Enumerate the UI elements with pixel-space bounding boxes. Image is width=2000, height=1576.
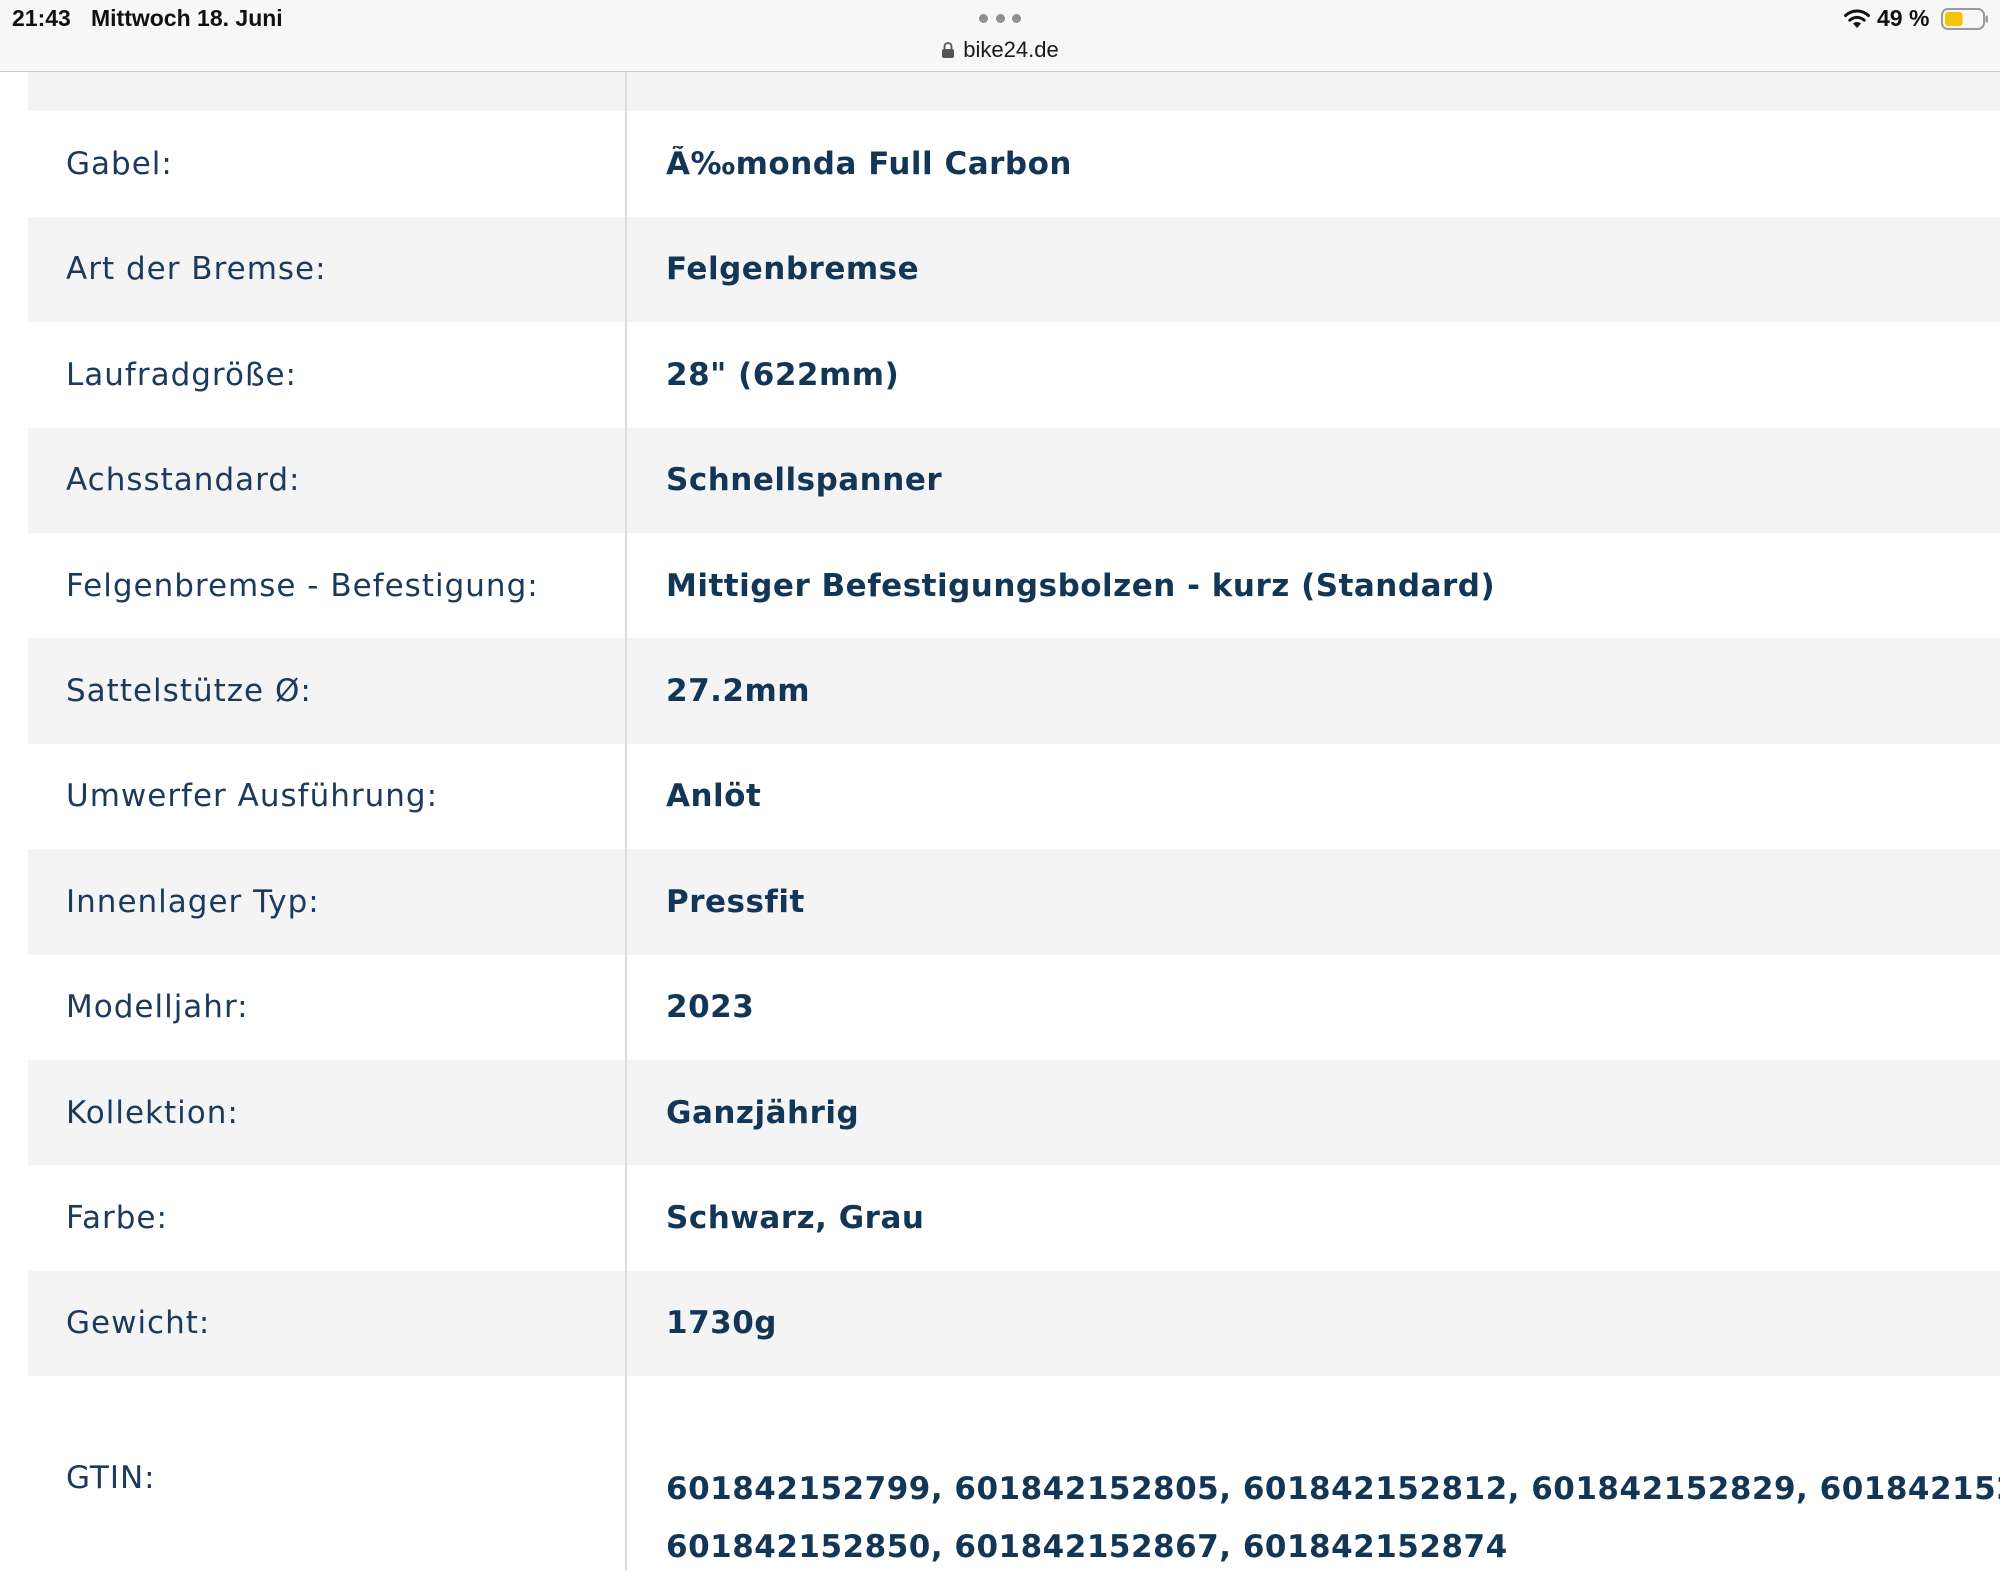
gtin-line: 601842152799, 601842152805, 601842152812… xyxy=(666,1471,2000,1508)
spec-value: Mittiger Befestigungsbolzen - kurz (Stan… xyxy=(666,567,1496,604)
spec-row: Laufradgröße: 28" (622mm) xyxy=(28,322,2000,428)
multitask-dots-icon[interactable] xyxy=(979,14,1021,23)
spec-value: Schnellspanner xyxy=(666,462,943,499)
spec-label: Gewicht: xyxy=(28,1270,627,1377)
spec-value: 1730g xyxy=(666,1305,777,1342)
spec-value: Ganzjährig xyxy=(666,1094,860,1131)
battery-percent: 49 % xyxy=(1877,5,1930,31)
spec-row: Modelljahr: 2023 xyxy=(28,954,2000,1060)
status-bar: 21:43 Mittwoch 18. Juni bike24.de 49 % xyxy=(0,0,2000,72)
spec-value: Felgenbremse xyxy=(666,251,920,288)
spec-label: Felgenbremse - Befestigung: xyxy=(28,532,627,639)
spec-row: Felgenbremse - Befestigung: Mittiger Bef… xyxy=(28,532,2000,639)
spec-value: 2023 xyxy=(666,989,755,1026)
wifi-icon xyxy=(1844,9,1870,28)
spec-row: Gewicht: 1730g xyxy=(28,1270,2000,1377)
spec-value: Anlöt xyxy=(666,778,762,815)
spec-value: Schwarz, Grau xyxy=(666,1199,925,1236)
battery-icon xyxy=(1941,8,1988,30)
spec-label: Art der Bremse: xyxy=(28,216,627,323)
spec-value: Pressfit xyxy=(666,883,805,920)
spec-label: Achsstandard: xyxy=(28,427,627,533)
spec-label: Kollektion: xyxy=(28,1059,627,1166)
spec-row: Umwerfer Ausführung: Anlöt xyxy=(28,743,2000,850)
spec-table: Gabel: Ã‰monda Full Carbon Art der Brems… xyxy=(28,6,2000,1572)
spec-row: Sattelstütze Ø: 27.2mm xyxy=(28,638,2000,744)
spec-row: Achsstandard: Schnellspanner xyxy=(28,427,2000,533)
spec-value: 27.2mm xyxy=(666,673,811,710)
spec-row: Kollektion: Ganzjährig xyxy=(28,1059,2000,1166)
status-time: 21:43 xyxy=(12,5,71,31)
spec-label: Sattelstütze Ø: xyxy=(28,638,627,744)
spec-row: Farbe: Schwarz, Grau xyxy=(28,1165,2000,1271)
spec-label: GTIN: xyxy=(28,1376,627,1572)
lock-icon xyxy=(942,42,955,58)
spec-row: Innenlager Typ: Pressfit xyxy=(28,849,2000,955)
spec-value: 28" (622mm) xyxy=(666,356,900,393)
spec-label: Innenlager Typ: xyxy=(28,849,627,955)
spec-row: Gabel: Ã‰monda Full Carbon xyxy=(28,111,2000,217)
spec-label: Gabel: xyxy=(28,111,627,217)
spec-label: Modelljahr: xyxy=(28,954,627,1060)
gtin-value: 601842152799, 601842152805, 601842152812… xyxy=(627,1376,2000,1576)
spec-label: Laufradgröße: xyxy=(28,322,627,428)
spec-value: Ã‰monda Full Carbon xyxy=(666,146,1072,183)
spec-row: Art der Bremse: Felgenbremse xyxy=(28,216,2000,323)
spec-row-gtin: GTIN: 601842152799, 601842152805, 601842… xyxy=(28,1376,2000,1572)
address-bar[interactable]: bike24.de xyxy=(0,36,2000,64)
spec-label: Farbe: xyxy=(28,1165,627,1271)
spec-label: Umwerfer Ausführung: xyxy=(28,743,627,850)
gtin-line: 601842152850, 601842152867, 601842152874 xyxy=(666,1529,1508,1566)
status-date: Mittwoch 18. Juni xyxy=(91,5,283,31)
url-text: bike24.de xyxy=(963,37,1059,62)
